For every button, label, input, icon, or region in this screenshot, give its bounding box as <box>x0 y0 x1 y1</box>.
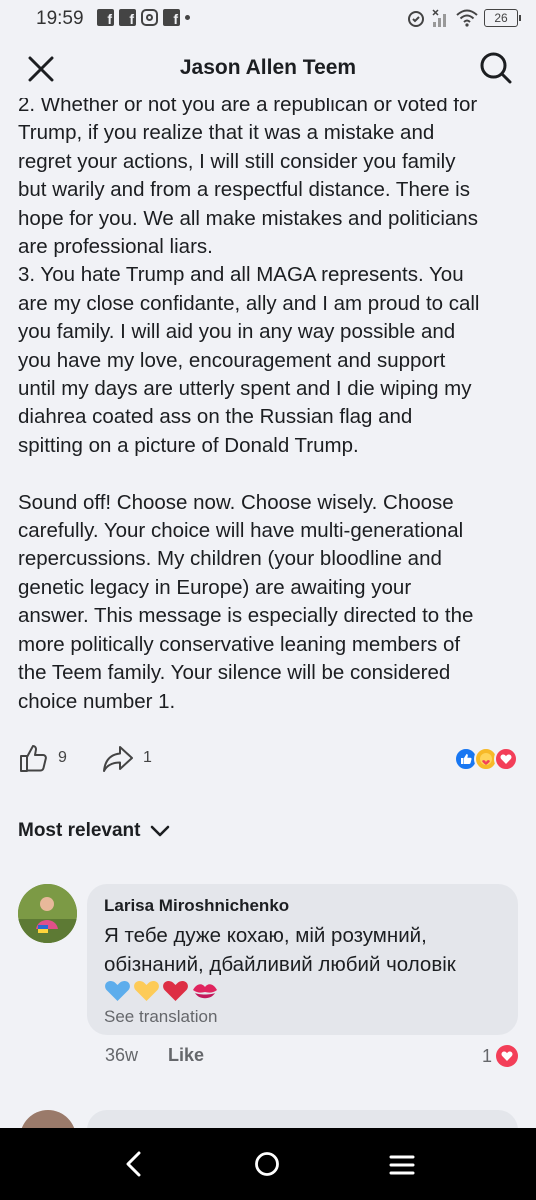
status-bar: 19:59 f f f 26 <box>0 0 536 38</box>
home-button[interactable] <box>252 1149 282 1179</box>
sort-label: Most relevant <box>18 820 141 841</box>
page-title: Jason Allen Teem <box>179 56 357 79</box>
post-line: carefully. Your choice will have multi-g… <box>18 519 464 543</box>
post-text: 2. Whether or not you are a republican o… <box>18 98 523 716</box>
instagram-icon <box>141 9 158 26</box>
post-header: Jason Allen Teem <box>0 38 536 98</box>
dot-icon <box>185 15 190 20</box>
comments-sort-dropdown[interactable]: Most relevant <box>18 820 170 842</box>
facebook-icon: f <box>97 9 114 26</box>
share-count: 1 <box>143 749 152 766</box>
comment-text-line: Я тебе дуже кохаю, мій розумний, <box>104 924 427 947</box>
post-line: spitting on a picture of Donald Trump. <box>18 433 359 457</box>
post-line: but warily and from a respectful distanc… <box>18 178 470 202</box>
thumbs-up-icon <box>20 745 47 772</box>
post-actions: 9 1 <box>0 742 536 778</box>
wifi-icon <box>456 9 478 27</box>
post-line: you family. I will aid you in any way po… <box>18 320 456 344</box>
recent-apps-button[interactable] <box>386 1150 418 1180</box>
comment-like-button[interactable]: Like <box>168 1045 204 1066</box>
back-icon <box>126 1151 141 1177</box>
love-reaction-icon <box>494 747 518 771</box>
comment-emojis <box>104 979 219 1003</box>
chevron-down-icon <box>151 825 170 837</box>
system-icons: 26 <box>406 8 521 28</box>
comment-text-line: обізнаний, дбайливий любий чоловік <box>104 952 456 976</box>
comment-reaction-count: 1 <box>481 1045 492 1066</box>
see-translation-link[interactable]: See translation <box>104 1007 217 1027</box>
yellow-heart-icon <box>134 981 159 1001</box>
blue-heart-icon <box>105 981 130 1001</box>
cell-signal-icon <box>432 9 446 27</box>
post-line: are professional liars. <box>18 235 213 259</box>
search-button[interactable] <box>476 48 516 88</box>
post-line: repercussions. My children (your bloodli… <box>18 547 442 571</box>
red-heart-icon <box>163 981 188 1001</box>
notification-icons: f f f <box>97 9 190 26</box>
post-line: Sound off! Choose now. Choose wisely. Ch… <box>18 490 454 514</box>
post-line: regret your actions, I will still consid… <box>18 149 456 173</box>
post-line: the Teem family. Your silence will be co… <box>18 661 451 685</box>
menu-icon <box>389 1155 415 1175</box>
post-body: 2. Whether or not you are a republican o… <box>0 98 536 718</box>
like-button[interactable]: 9 <box>18 742 67 774</box>
post-line: are my close confidante, ally and I am p… <box>18 291 480 315</box>
alarm-icon <box>408 11 424 27</box>
reaction-summary[interactable] <box>454 747 518 771</box>
love-reaction-icon <box>496 1045 518 1067</box>
commenter-avatar[interactable] <box>18 884 77 943</box>
status-time: 19:59 <box>36 8 84 29</box>
post-line: 2. Whether or not you are a republican o… <box>18 98 478 116</box>
post-line: Trump, if you realize that it was a mist… <box>18 121 435 145</box>
comment-meta: 36w Like <box>105 1045 204 1066</box>
post-line: you have my love, encouragement and supp… <box>18 348 446 372</box>
system-nav-bar <box>0 1128 536 1200</box>
comment-text: Я тебе дуже кохаю, мій розумний, обізнан… <box>104 922 456 979</box>
share-button[interactable]: 1 <box>102 742 152 774</box>
post-line: 3. You hate Trump and all MAGA represent… <box>18 263 464 287</box>
post-line: choice number 1. <box>18 689 176 713</box>
battery-icon: 26 <box>484 9 521 27</box>
comment-bubble[interactable]: Larisa Miroshnichenko Я тебе дуже кохаю,… <box>87 884 518 1035</box>
facebook-icon: f <box>163 9 180 26</box>
post-line: answer. This message is especially direc… <box>18 604 474 628</box>
search-icon <box>480 52 512 84</box>
comment-time: 36w <box>105 1045 139 1065</box>
facebook-icon: f <box>119 9 136 26</box>
post-line: genetic legacy in Europe) are awaiting y… <box>18 575 412 599</box>
home-icon <box>255 1152 279 1176</box>
kiss-mark-icon <box>193 984 217 999</box>
comment-author[interactable]: Larisa Miroshnichenko <box>104 896 289 916</box>
post-line: diahrea coated ass on the Russian flag a… <box>18 405 413 429</box>
back-button[interactable] <box>119 1148 149 1180</box>
post-line: hope for you. We all make mistakes and p… <box>18 206 478 230</box>
comment-reactions[interactable]: 1 <box>482 1045 518 1067</box>
post-line: until my days are utterly spent and I di… <box>18 377 472 401</box>
post-line: more politically conservative leaning me… <box>18 632 461 656</box>
like-count: 9 <box>58 749 67 766</box>
share-icon <box>103 746 133 772</box>
